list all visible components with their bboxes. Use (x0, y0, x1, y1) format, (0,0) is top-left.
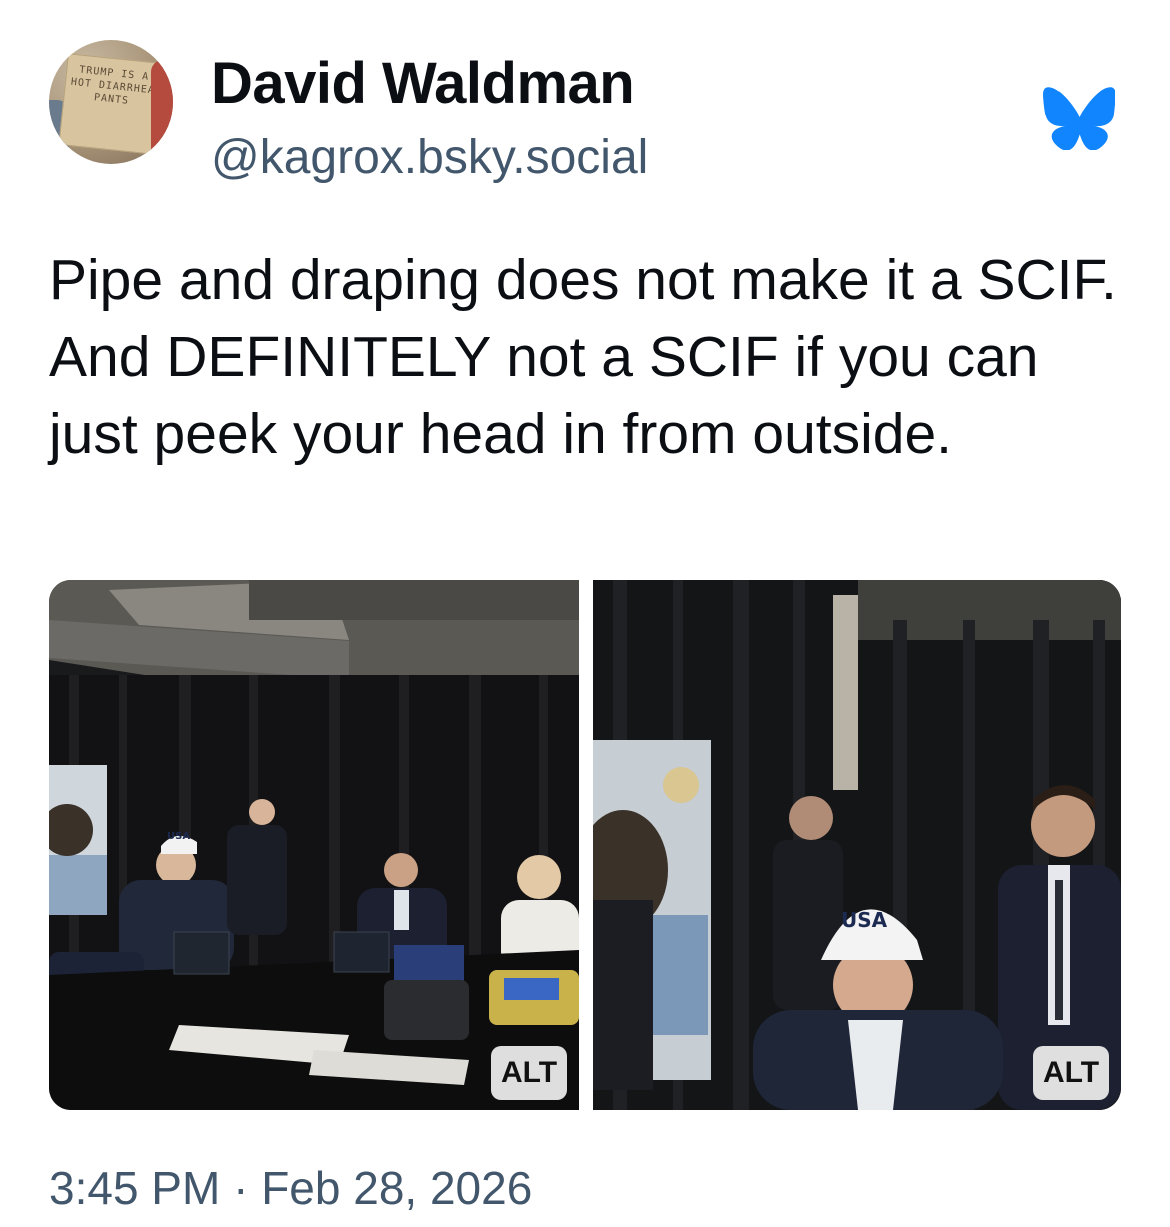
avatar-protest-sign: TRUMP IS A HOT DIARRHEA PANTS (58, 53, 164, 155)
post-image-2[interactable]: USA ALT (593, 580, 1121, 1110)
photo-1-cap-text: USA (167, 831, 190, 842)
post-timestamp[interactable]: 3:45 PM · Feb 28, 2026 (49, 1160, 532, 1216)
alt-text-button-1[interactable]: ALT (491, 1046, 567, 1100)
media-gallery: USA ALT USA ALT (49, 580, 1121, 1110)
post-image-1[interactable]: USA ALT (49, 580, 579, 1110)
author-display-name[interactable]: David Waldman (211, 52, 635, 116)
avatar-sign-text: TRUMP IS A HOT DIARRHEA PANTS (70, 64, 156, 107)
author-handle[interactable]: @kagrox.bsky.social (211, 130, 648, 186)
photo-2-cap-text: USA (841, 908, 888, 932)
avatar-bg-arm (151, 60, 173, 164)
alt-text-button-2[interactable]: ALT (1033, 1046, 1109, 1100)
photo-2-scene: USA (593, 580, 1121, 1110)
bluesky-butterfly-icon (1043, 87, 1115, 150)
post-text: Pipe and draping does not make it a SCIF… (49, 248, 1117, 466)
avatar[interactable]: TRUMP IS A HOT DIARRHEA PANTS (49, 40, 173, 164)
photo-1-scene: USA (49, 580, 579, 1110)
